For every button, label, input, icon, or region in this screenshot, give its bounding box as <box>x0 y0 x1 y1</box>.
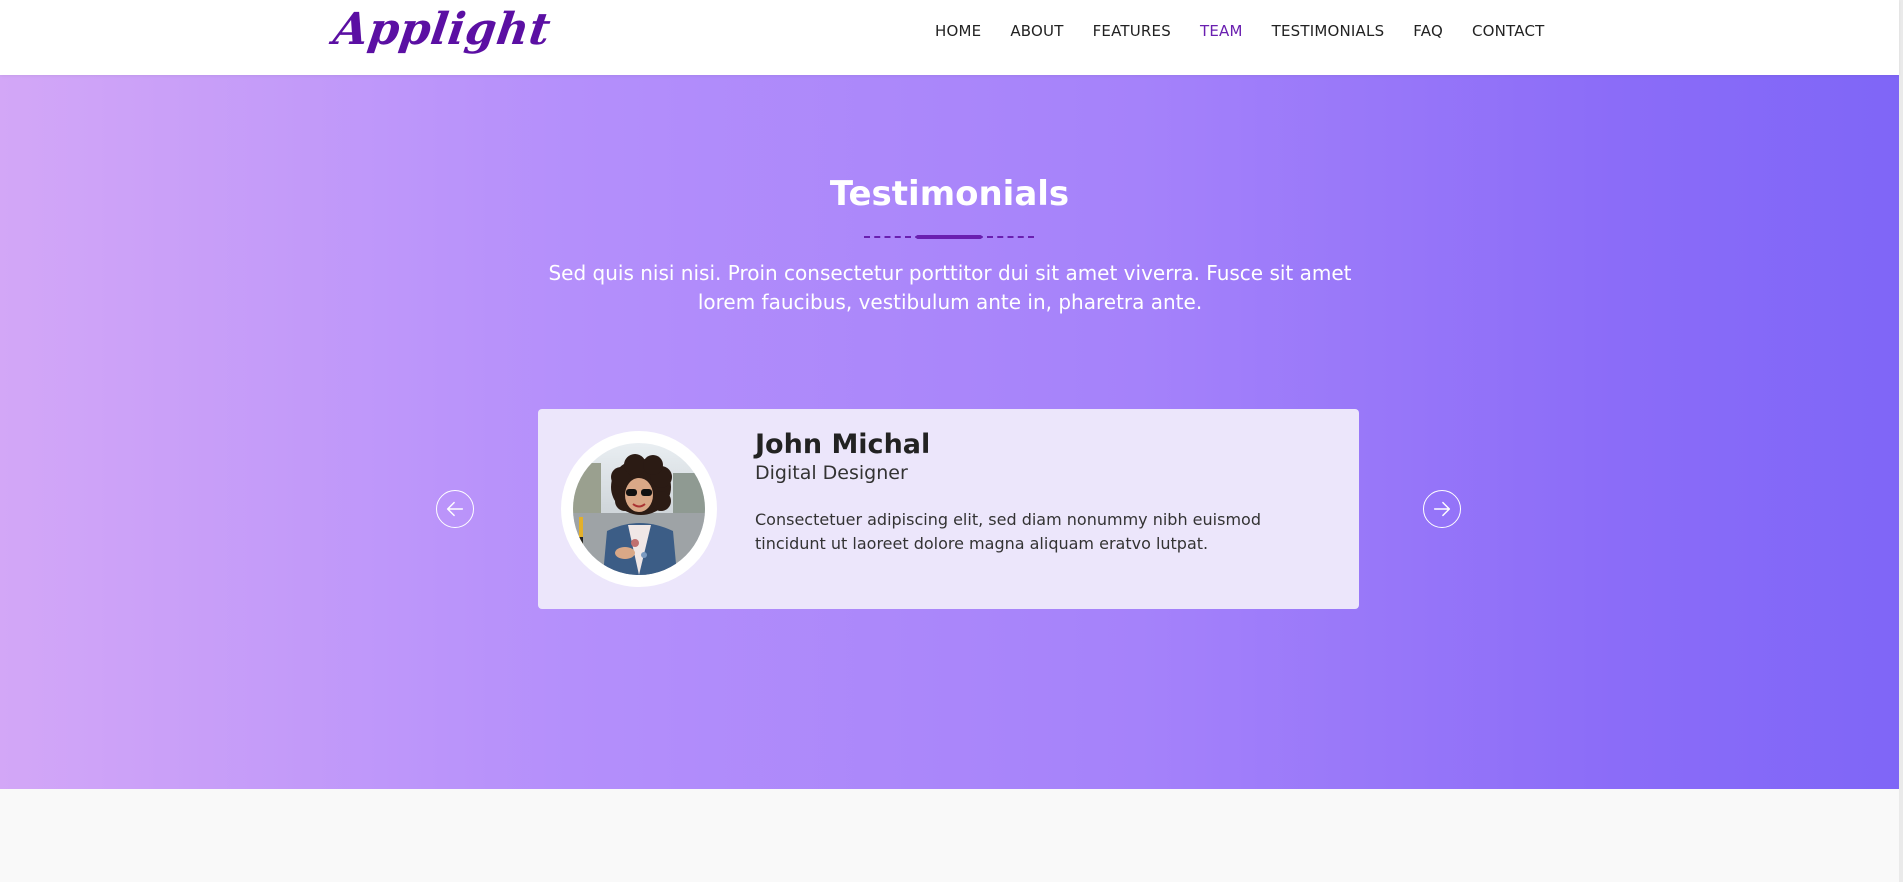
arrow-right-icon <box>1433 501 1451 517</box>
next-section <box>0 789 1899 882</box>
logo[interactable]: Applight <box>330 4 553 55</box>
nav-item-home[interactable]: HOME <box>921 22 996 40</box>
nav-item-team[interactable]: TEAM <box>1185 22 1257 40</box>
arrow-left-icon <box>446 501 464 517</box>
testimonial-name: John Michal <box>755 429 931 460</box>
testimonial-card: John Michal Digital Designer Consectetue… <box>538 409 1359 609</box>
testimonials-section: Testimonials Sed quis nisi nisi. Proin c… <box>0 75 1899 789</box>
navbar: Applight HOME ABOUT FEATURES TEAM TESTIM… <box>0 0 1899 75</box>
section-subtitle: Sed quis nisi nisi. Proin consectetur po… <box>548 261 1352 314</box>
nav-item-faq[interactable]: FAQ <box>1399 22 1458 40</box>
avatar-frame <box>561 431 717 587</box>
slider-prev-button[interactable] <box>436 490 474 528</box>
page-scrollbar[interactable] <box>1899 0 1903 882</box>
page: Applight HOME ABOUT FEATURES TEAM TESTIM… <box>0 0 1903 882</box>
nav-item-testimonials[interactable]: TESTIMONIALS <box>1257 22 1399 40</box>
avatar-photo <box>573 443 705 575</box>
title-divider <box>864 235 1034 239</box>
nav-item-features[interactable]: FEATURES <box>1078 22 1185 40</box>
nav-item-about[interactable]: ABOUT <box>996 22 1078 40</box>
testimonial-role: Digital Designer <box>755 462 908 484</box>
nav-item-contact[interactable]: CONTACT <box>1457 22 1559 40</box>
testimonial-quote: Consectetuer adipiscing elit, sed diam n… <box>755 510 1261 553</box>
avatar <box>573 443 705 575</box>
slider-next-button[interactable] <box>1423 490 1461 528</box>
divider-accent-bar <box>916 235 982 239</box>
section-title: Testimonials <box>829 174 1070 214</box>
main-nav: HOME ABOUT FEATURES TEAM TESTIMONIALS FA… <box>921 22 1559 40</box>
